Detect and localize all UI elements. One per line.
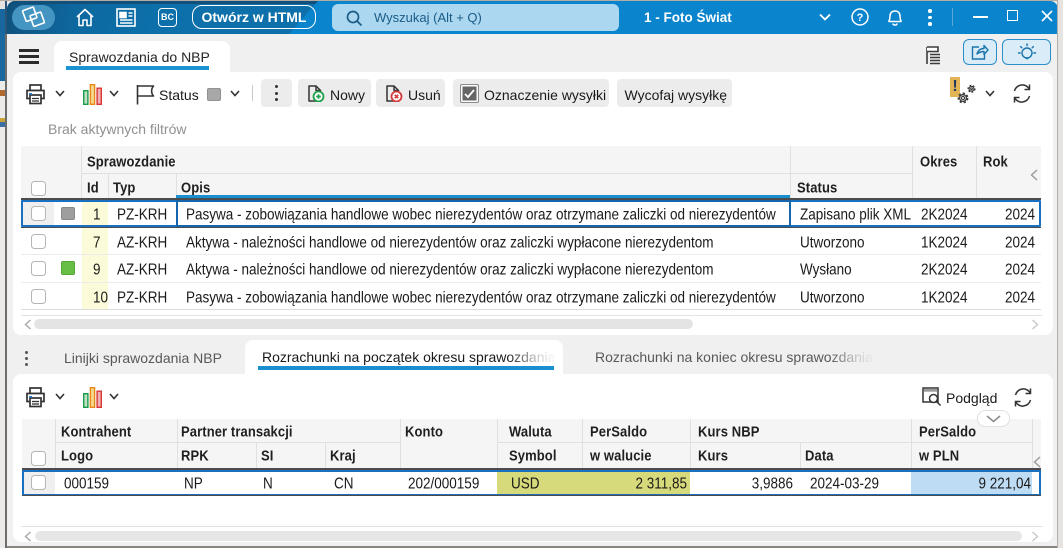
svg-text:?: ? (857, 12, 864, 24)
